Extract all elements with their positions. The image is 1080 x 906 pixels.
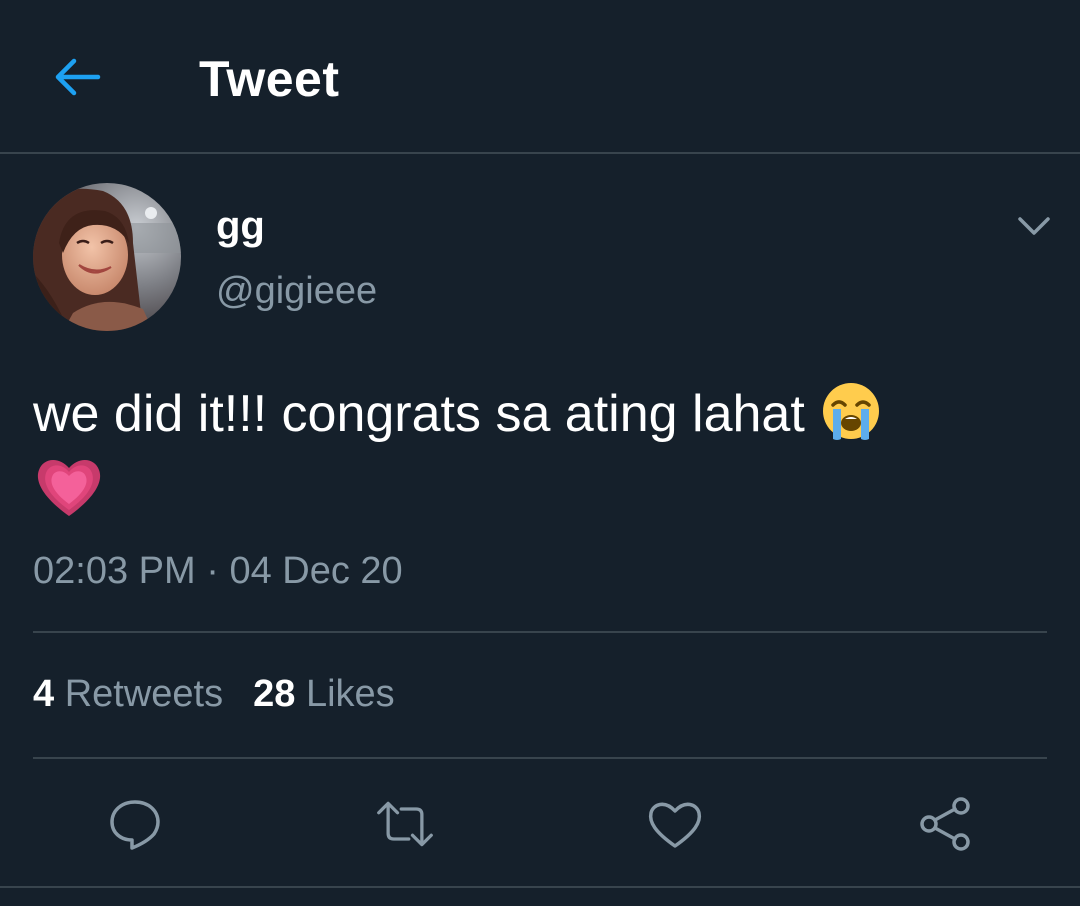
tweet-text: we did it!!! congrats sa ating lahat bbox=[33, 385, 805, 443]
timestamp-separator: · bbox=[206, 550, 219, 592]
retweets-label: Retweets bbox=[64, 673, 224, 715]
likes-stat[interactable]: 28 Likes bbox=[253, 673, 395, 716]
divider bbox=[33, 631, 1047, 633]
tweet-options-button[interactable] bbox=[1010, 205, 1058, 247]
likes-label: Likes bbox=[305, 673, 395, 715]
page-title: Tweet bbox=[199, 51, 340, 107]
share-icon bbox=[920, 797, 970, 851]
author-handle[interactable]: @gigieee bbox=[216, 270, 377, 313]
retweets-count: 4 bbox=[33, 673, 55, 715]
chevron-down-icon bbox=[1018, 217, 1050, 235]
arrow-left-icon bbox=[55, 58, 101, 96]
growing-heart-icon bbox=[33, 450, 105, 522]
divider bbox=[0, 886, 1080, 888]
tweet-date: 04 Dec 20 bbox=[229, 550, 403, 592]
reply-button[interactable] bbox=[105, 794, 165, 854]
retweet-button[interactable] bbox=[375, 794, 435, 854]
like-button[interactable] bbox=[645, 794, 705, 854]
reply-icon bbox=[110, 800, 160, 850]
avatar[interactable] bbox=[33, 183, 181, 331]
profile-photo bbox=[33, 183, 181, 331]
author-display-name[interactable]: gg bbox=[216, 204, 265, 249]
tweet-time: 02:03 PM bbox=[33, 550, 196, 592]
engagement-stats: 4 Retweets 28 Likes bbox=[33, 673, 425, 716]
back-button[interactable] bbox=[48, 52, 106, 102]
share-button[interactable] bbox=[915, 794, 975, 854]
likes-count: 28 bbox=[253, 673, 296, 715]
divider bbox=[33, 757, 1047, 759]
retweet-icon bbox=[377, 801, 433, 847]
retweets-stat[interactable]: 4 Retweets bbox=[33, 673, 223, 716]
tweet-detail-screen: Tweet gg @gigieee we did it!!! congrats … bbox=[0, 0, 1080, 906]
tweet-body: we did it!!! congrats sa ating lahat bbox=[33, 378, 1053, 525]
like-icon bbox=[648, 802, 702, 848]
loudly-crying-face-icon bbox=[819, 379, 883, 443]
top-app-bar: Tweet bbox=[0, 0, 1080, 154]
tweet-timestamp: 02:03 PM · 04 Dec 20 bbox=[33, 550, 403, 593]
